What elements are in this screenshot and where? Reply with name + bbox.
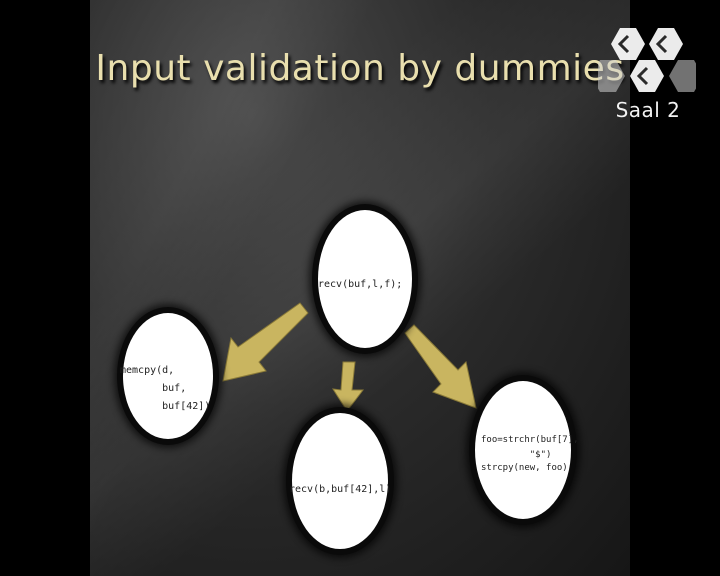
flow-diagram: recv(buf,l,f); memcpy(d, buf, buf[42]) r… — [114, 201, 580, 558]
arrow-center-to-right — [404, 324, 477, 409]
video-frame: Input validation by dummies recv(buf,l,f… — [0, 0, 720, 576]
node-center-line: recv(buf,l,f); — [318, 279, 402, 290]
node-left-line-1: memcpy(d, — [120, 365, 174, 376]
ccc-logo-icon — [598, 28, 696, 92]
arrow-center-to-left — [222, 302, 309, 382]
node-center: recv(buf,l,f); — [309, 201, 421, 357]
arrow-center-to-bottom — [332, 361, 365, 412]
node-left: memcpy(d, buf, buf[42]) — [114, 304, 222, 448]
node-right: foo=strchr(buf[7], "$") strcpy(new, foo) — [466, 372, 580, 528]
node-left-line-3: buf[42]) — [120, 401, 210, 412]
presentation-slide: Input validation by dummies recv(buf,l,f… — [90, 0, 630, 576]
node-right-line-1: foo=strchr(buf[7], — [481, 435, 579, 445]
node-bottom: recv(b,buf[42],l) — [283, 404, 397, 558]
room-label: Saal 2 — [615, 98, 681, 122]
node-left-line-2: buf, — [120, 383, 186, 394]
node-right-line-3: strcpy(new, foo) — [481, 463, 568, 473]
node-right-line-2: "$") — [481, 450, 551, 460]
node-bottom-line: recv(b,buf[42],l) — [289, 484, 391, 495]
